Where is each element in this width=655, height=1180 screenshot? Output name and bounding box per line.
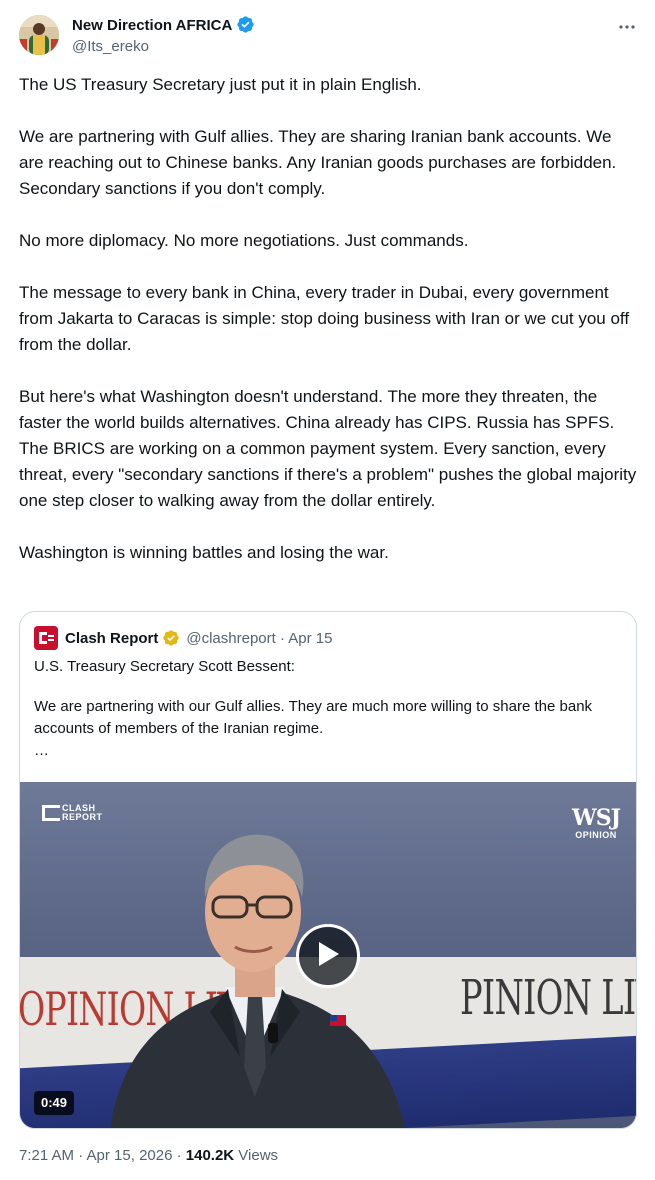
verified-badge-icon — [162, 629, 180, 647]
quoted-tweet[interactable]: Clash Report @clashreport · Apr 15 U.S. … — [19, 611, 637, 1129]
quote-text: U.S. Treasury Secretary Scott Bessent: W… — [34, 656, 624, 762]
quote-ellipsis: … — [34, 742, 49, 759]
more-options-button[interactable] — [612, 14, 642, 38]
tweet-paragraph: The message to every bank in China, ever… — [19, 283, 630, 354]
tweet-paragraph: No more diplomacy. No more negotiations.… — [19, 231, 469, 250]
views-count[interactable]: 140.2K — [186, 1147, 234, 1164]
clash-logo-bottom: REPORT — [62, 812, 103, 822]
video-duration-badge: 0:49 — [34, 1091, 75, 1115]
author-name-text[interactable]: New Direction AFRICA — [72, 17, 232, 34]
quote-author-name[interactable]: Clash Report — [65, 630, 158, 647]
views-label: Views — [234, 1147, 279, 1164]
quote-header: Clash Report @clashreport · Apr 15 — [65, 626, 333, 650]
wsj-opinion-watermark: WSJ OPINION — [572, 805, 621, 840]
play-icon — [315, 940, 341, 973]
tweet-paragraph: Washington is winning battles and losing… — [19, 543, 389, 562]
tweet-paragraph: But here's what Washington doesn't under… — [19, 387, 637, 510]
tweet-metadata: 7:21 AM · Apr 15, 2026 · 140.2K Views — [19, 1146, 278, 1166]
play-button[interactable] — [296, 924, 360, 988]
speaker-figure — [110, 834, 405, 1128]
tweet-card: New Direction AFRICA @Its_ereko The US T… — [0, 0, 655, 1180]
quote-handle-date[interactable]: @clashreport · Apr 15 — [186, 630, 332, 647]
tweet-paragraph: The US Treasury Secretary just put it in… — [19, 75, 422, 94]
wsj-logo-text: WSJ — [572, 805, 621, 831]
wsj-logo-sub: OPINION — [575, 830, 617, 840]
clash-report-watermark: CLASH REPORT — [42, 804, 103, 822]
more-horizontal-icon — [618, 17, 636, 35]
verified-badge-icon — [236, 15, 255, 40]
tweet-text: The US Treasury Secretary just put it in… — [19, 72, 639, 566]
video-player[interactable]: OPINION LIV PINION LIVE — [20, 782, 636, 1128]
quote-paragraph: U.S. Treasury Secretary Scott Bessent: — [34, 658, 295, 675]
author-avatar[interactable] — [19, 15, 59, 55]
quote-paragraph: We are partnering with our Gulf allies. … — [34, 698, 593, 737]
quote-author-avatar[interactable] — [34, 626, 58, 650]
tweet-paragraph: We are partnering with Gulf allies. They… — [19, 127, 617, 198]
post-timestamp[interactable]: 7:21 AM · Apr 15, 2026 · — [19, 1147, 186, 1164]
stage-banner-right: PINION LIVE — [460, 970, 636, 1026]
author-handle[interactable]: @Its_ereko — [72, 37, 149, 57]
